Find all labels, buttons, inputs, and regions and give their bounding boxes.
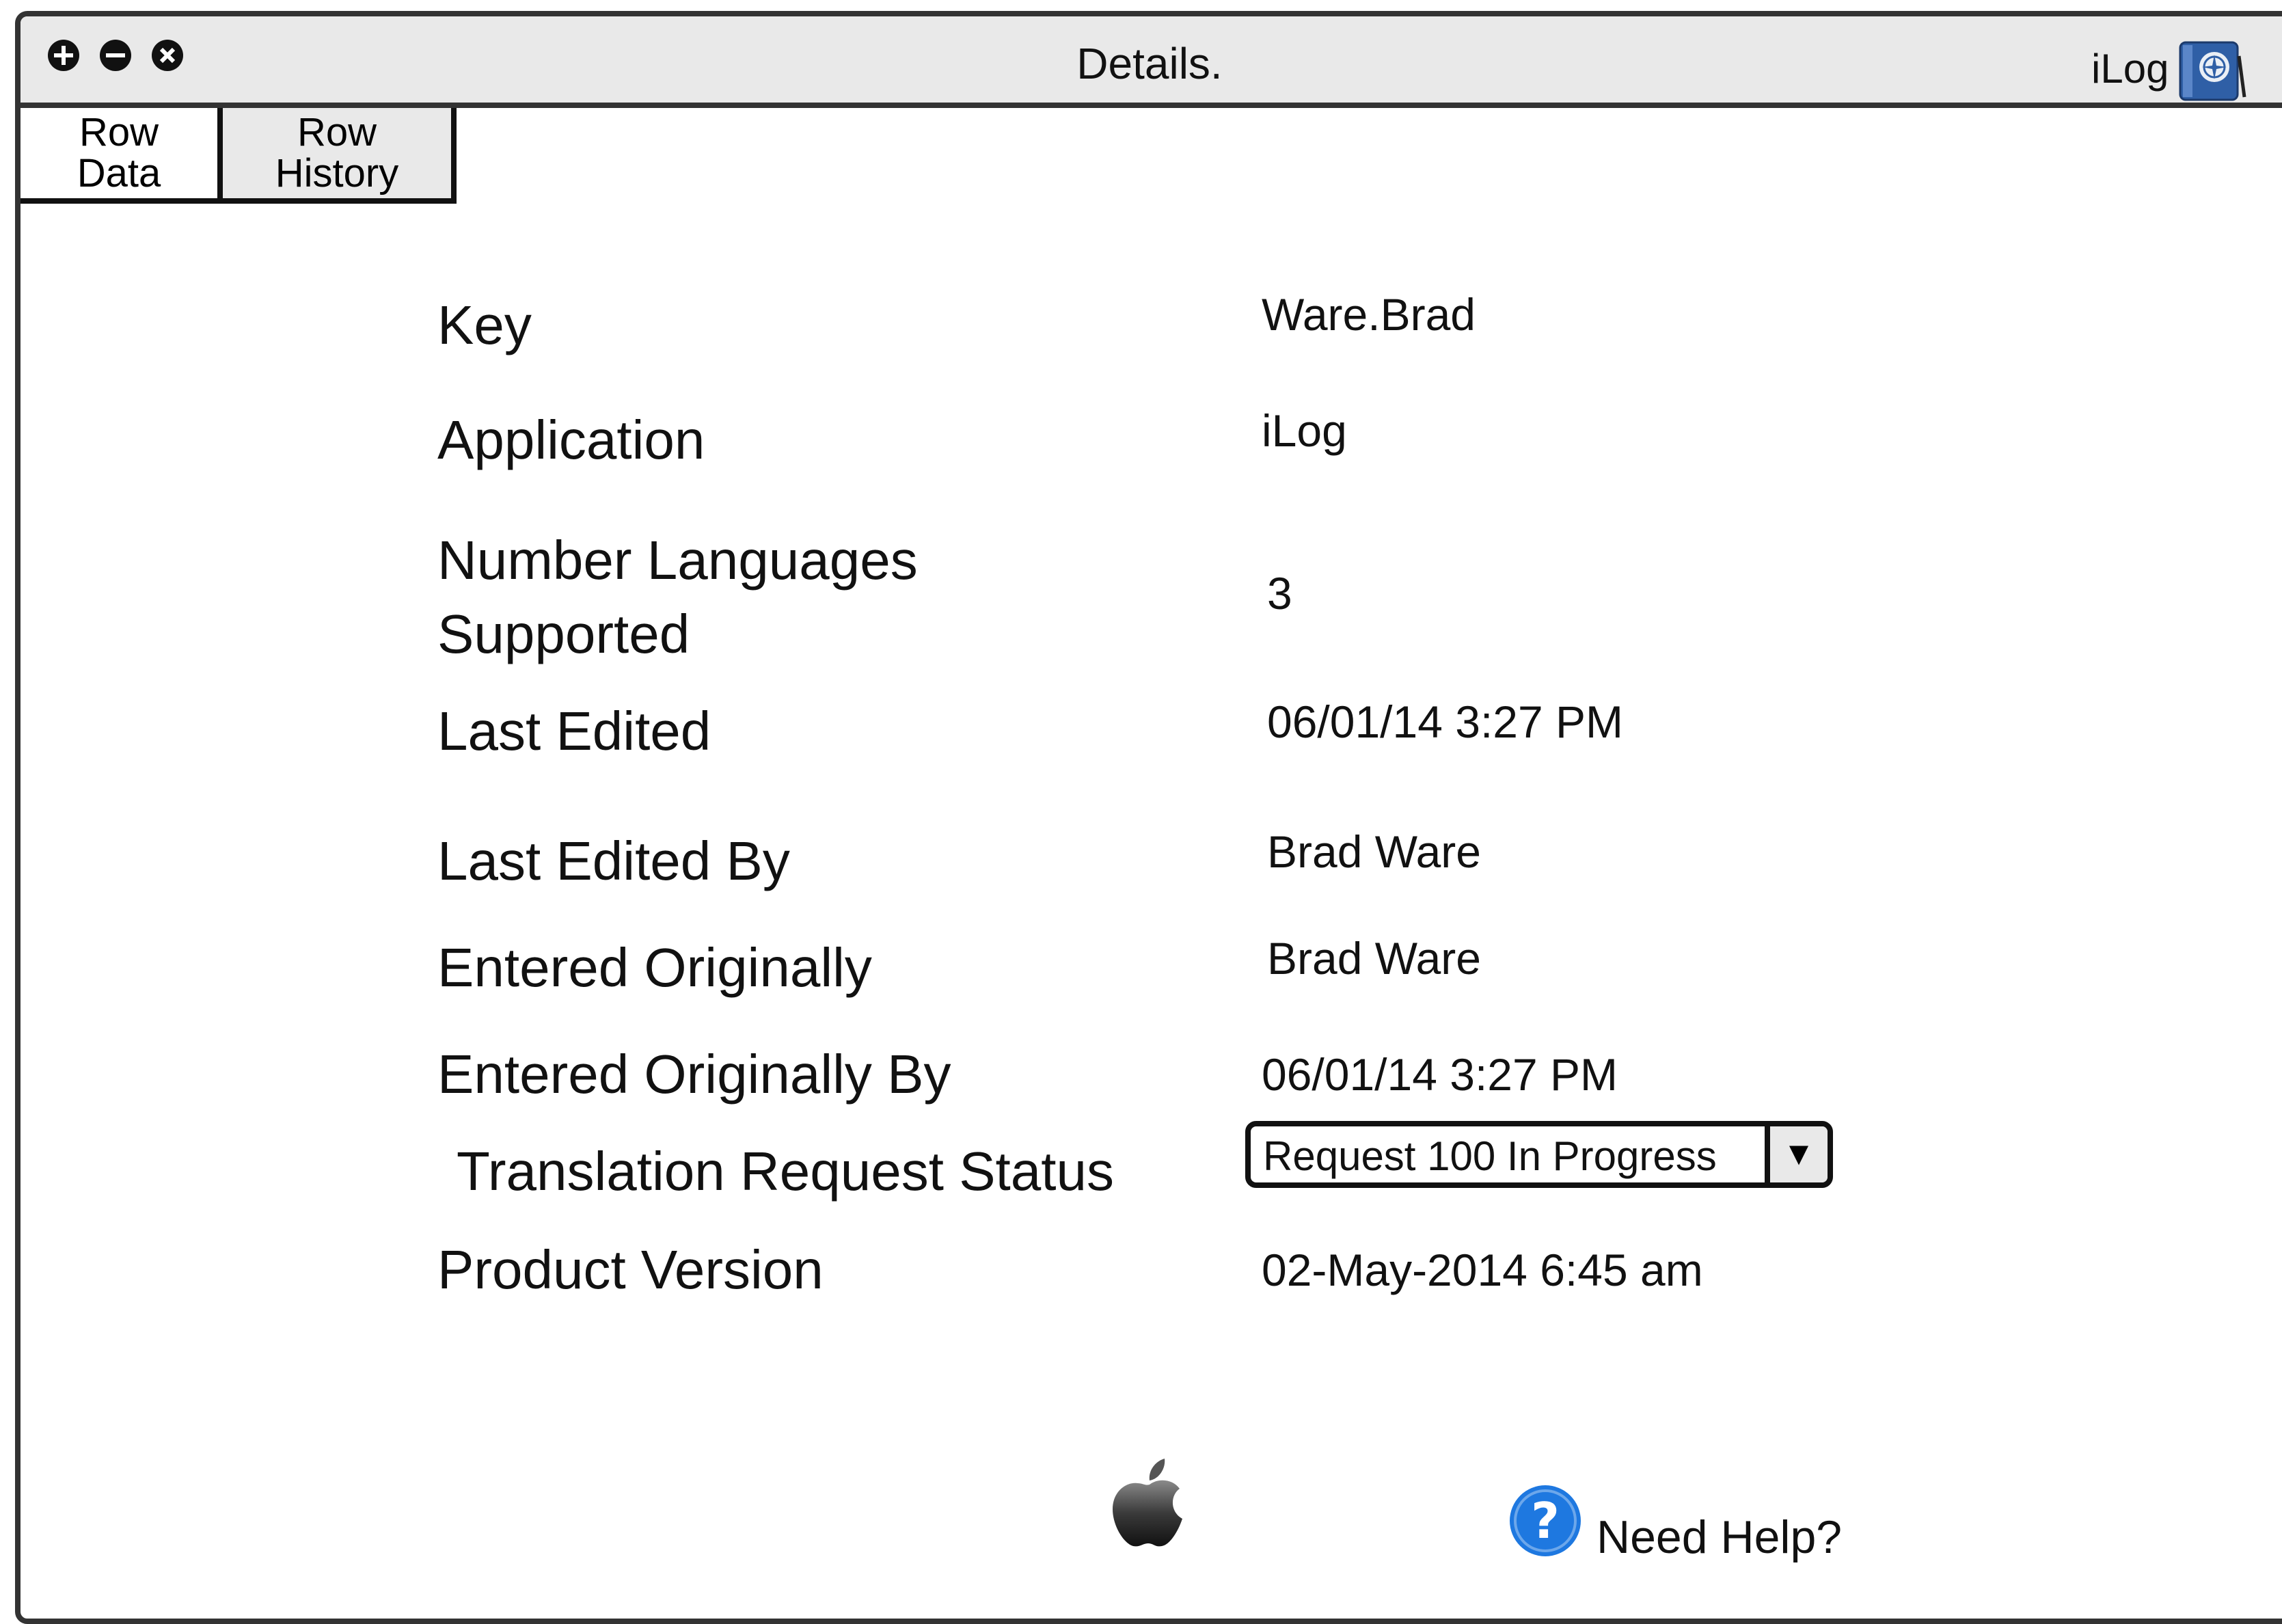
window-title: Details. — [1076, 39, 1223, 88]
entered-originally-by-label: Entered Originally By — [437, 1044, 951, 1105]
tab-row-history[interactable]: Row History — [217, 108, 457, 204]
help-icon[interactable]: ? — [1508, 1483, 1583, 1558]
product-version-value: 02-May-2014 6:45 am — [1262, 1245, 1703, 1295]
dropdown-selected-value: Request 100 In Progress — [1263, 1133, 1717, 1179]
app-window: Details. iLog Row Data Row History — [15, 11, 2282, 1624]
help-link[interactable]: Need Help? — [1597, 1511, 1842, 1564]
translation-status-label: Translation Request Status — [457, 1141, 1114, 1202]
last-edited-by-label: Last Edited By — [437, 830, 790, 891]
title-bar: Details. iLog — [21, 16, 2282, 108]
languages-label: Number Languages Supported — [437, 530, 918, 664]
key-label: Key — [437, 295, 532, 355]
application-value: iLog — [1262, 405, 1347, 456]
languages-value: 3 — [1267, 568, 1292, 619]
apple-icon — [1107, 1457, 1192, 1557]
last-edited-value: 06/01/14 3:27 PM — [1267, 696, 1624, 747]
last-edited-by-value: Brad Ware — [1267, 826, 1481, 877]
brand-name: iLog — [2091, 46, 2169, 92]
entered-originally-by-value: 06/01/14 3:27 PM — [1262, 1049, 1618, 1100]
chevron-down-icon[interactable]: ▼ — [1765, 1126, 1828, 1182]
entered-originally-label: Entered Originally — [437, 937, 872, 998]
application-label: Application — [437, 409, 705, 470]
ilog-logo-icon — [2173, 36, 2249, 104]
last-edited-label: Last Edited — [437, 701, 711, 761]
translation-status-dropdown[interactable]: Request 100 In Progress ▼ — [1245, 1121, 1833, 1188]
svg-text:?: ? — [1531, 1492, 1560, 1549]
product-version-label: Product Version — [437, 1239, 824, 1300]
tab-row-data[interactable]: Row Data — [21, 108, 223, 204]
entered-originally-value: Brad Ware — [1267, 933, 1481, 984]
key-value: Ware.Brad — [1262, 289, 1476, 340]
